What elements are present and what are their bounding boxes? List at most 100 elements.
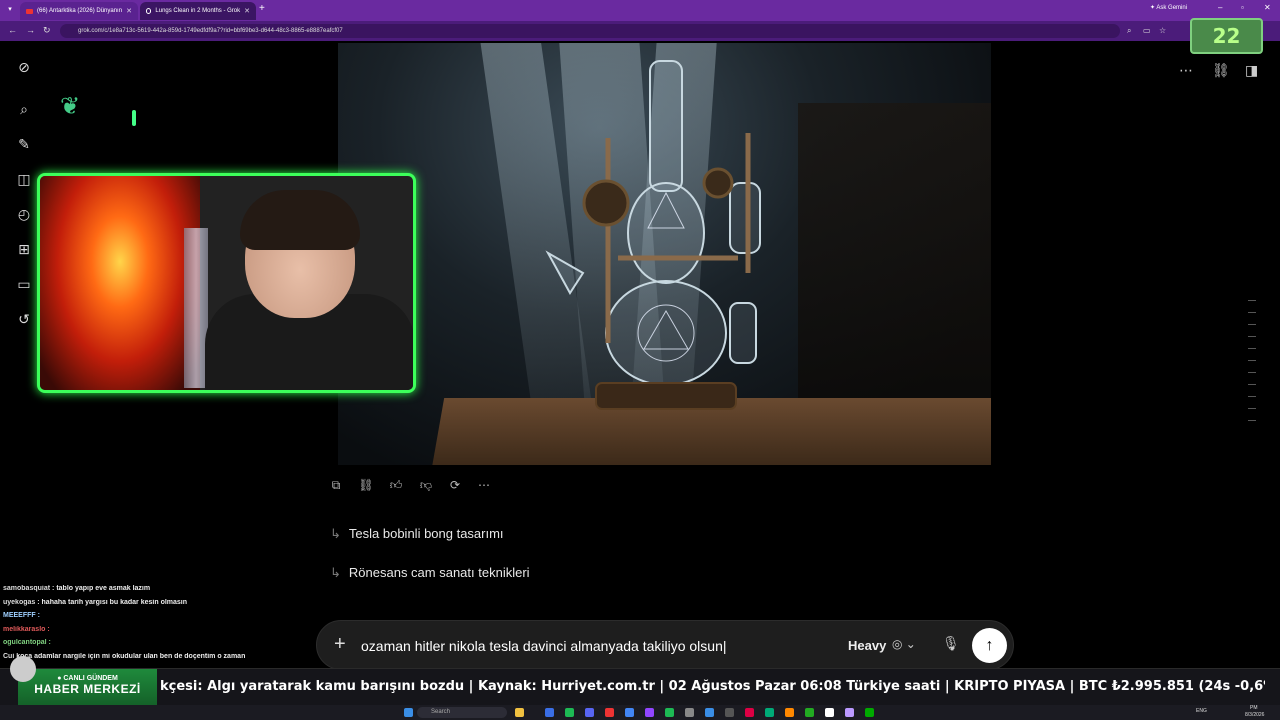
youtube-icon[interactable] [605,708,614,717]
more-icon[interactable]: ⋯ [474,478,494,492]
address-bar-row: ← → ↻ grok.com/c/1e8a713c-5619-442a-859d… [0,21,1280,41]
badge-subtitle: ● CANLI GÜNDEM [57,675,118,682]
suggestion-item[interactable]: ↳ Rönesans cam sanatı teknikleri [330,565,530,581]
more-options-icon[interactable]: ⋯ [1179,62,1193,79]
recent-icon[interactable]: ↺ [14,309,34,329]
ask-gemini-button[interactable]: ✦ Ask Gemini [1150,4,1187,11]
history-icon[interactable]: ◴ [14,204,34,224]
search-label: Search [431,709,451,715]
link-icon[interactable]: ⛓ [1212,62,1230,79]
link-icon[interactable]: ⛓ [356,478,376,492]
forward-icon[interactable]: → [26,25,35,35]
app-icon[interactable] [785,708,794,717]
fireplace [40,176,200,390]
chat-separator: : [46,639,51,646]
chat-username: melikkaraslo [3,625,46,633]
folder-icon[interactable]: ▭ [14,274,34,294]
language-indicator[interactable]: ENG [1196,708,1207,714]
taskbar-search[interactable]: Search [417,707,507,718]
chat-text: hahaha tarih yargısı bu kadar kesin olma… [41,598,188,606]
suggestion-item[interactable]: ↳ Tesla bobinli bong tasarımı [330,526,504,542]
chat-separator: : [35,612,40,619]
news-badge: ● CANLI GÜNDEM HABER MERKEZİ [18,669,157,706]
chat-username: ogulcantopal [3,639,47,646]
app-icon[interactable] [825,708,834,717]
maximize-icon[interactable]: ▫ [1241,3,1244,12]
chat-message: MEEEFFF : [3,612,323,626]
start-icon[interactable] [404,708,413,717]
close-icon[interactable]: ✕ [126,7,132,15]
reply-arrow-icon: ↳ [330,526,341,541]
chat-message: samobasquiat : tablo yapıp eve asmak laz… [3,585,323,599]
copy-icon[interactable]: ⧉ [326,478,346,493]
attach-icon[interactable]: + [334,633,346,656]
close-icon[interactable]: ✕ [244,7,250,15]
voice-icon[interactable]: ◫ [14,169,34,189]
thumbs-up-icon[interactable]: 👍︎ [386,478,406,493]
app-icon[interactable] [765,708,774,717]
generated-image[interactable] [338,43,991,465]
ask-gemini-label: Ask Gemini [1156,5,1188,11]
chat-avatar [10,656,36,682]
model-dropdown-icon[interactable]: ◎ ⌄ [892,637,916,651]
prompt-text: ozaman hitler nikola tesla davinci alman… [361,638,723,654]
youtube-icon [26,8,33,14]
cast-icon[interactable]: ▭ [1143,26,1151,35]
suggestion-text: Tesla bobinli bong tasarımı [348,526,504,541]
app-icon[interactable] [805,708,814,717]
chat-message: melikkaraslo : [3,626,323,640]
twitch-icon[interactable] [645,708,654,717]
reply-arrow-icon: ↳ [330,565,341,580]
send-button[interactable]: ↑ [972,628,1007,663]
app-icon[interactable] [545,708,554,717]
browser-tab-bar: ▾ (66) Antarktika (2026) Dünyanın ✕ Lung… [0,0,1280,21]
app-icon[interactable] [685,708,694,717]
chat-composer: + ozaman hitler nikola tesla davinci alm… [316,620,1014,670]
tab-search-dropdown[interactable]: ▾ [4,4,16,16]
tab-youtube[interactable]: (66) Antarktika (2026) Dünyanın ✕ [20,2,138,20]
close-window-icon[interactable]: ✕ [1264,3,1271,12]
plant-decoration: ❦ [59,93,81,120]
stream-chat: samobasquiat : tablo yapıp eve asmak laz… [3,585,323,666]
streamer-hair [240,190,360,250]
thumbs-down-icon[interactable]: 👎︎ [416,478,436,493]
chat-username: uyekogas [3,598,36,606]
model-selector[interactable]: Heavy [848,638,886,653]
search-icon[interactable]: ⌕ [14,99,34,119]
chat-username: MEEEFFF [3,612,36,619]
news-ticker: ● CANLI GÜNDEM HABER MERKEZİ kçesi: Algı… [0,668,1280,706]
back-icon[interactable]: ← [8,25,17,35]
new-chat-icon[interactable]: ✎ [14,134,34,154]
app-icon[interactable] [725,708,734,717]
url-field[interactable]: grok.com/c/1e8a713c-5619-442a-859d-1749e… [60,24,1120,38]
grok-icon [146,8,152,14]
panel-icon[interactable]: ◨ [1245,62,1258,79]
apps-icon[interactable]: ⊞ [14,239,34,259]
app-icon[interactable] [845,708,854,717]
tab-grok[interactable]: Lungs Clean in 2 Months - Grok ✕ [140,2,256,20]
ticker-text: kçesi: Algı yaratarak kamu barışını bozd… [160,679,1265,694]
windows-taskbar: Search ENG PM 8/3/2026 [0,705,1280,720]
microphone-icon[interactable]: 🎙︎ [942,635,960,652]
chat-message: uyekogas : hahaha tarih yargısı bu kadar… [3,599,323,613]
app-icon[interactable] [705,708,714,717]
star-icon[interactable]: ☆ [1159,26,1166,35]
chat-message: ogulcantopal : [3,639,323,653]
reload-icon[interactable]: ↻ [43,25,51,36]
chrome-icon[interactable] [625,708,634,717]
minimize-icon[interactable]: – [1218,3,1222,12]
screen: { "browser": { "tabs": [ {"label": "(66)… [0,0,1280,720]
new-tab-button[interactable]: + [259,3,265,14]
xbox-icon[interactable] [865,708,874,717]
app-icon[interactable] [665,708,674,717]
webcam-overlay [37,173,416,393]
spotify-icon[interactable] [565,708,574,717]
discord-icon[interactable] [585,708,594,717]
prompt-input[interactable]: ozaman hitler nikola tesla davinci alman… [361,638,727,654]
regenerate-icon[interactable]: ⟳ [445,478,465,492]
search-icon[interactable]: ⌕ [1127,26,1131,36]
scroll-navigator[interactable] [1248,300,1260,440]
grok-logo-icon[interactable]: ⊘ [14,57,34,77]
explorer-icon[interactable] [515,708,524,717]
app-icon[interactable] [745,708,754,717]
